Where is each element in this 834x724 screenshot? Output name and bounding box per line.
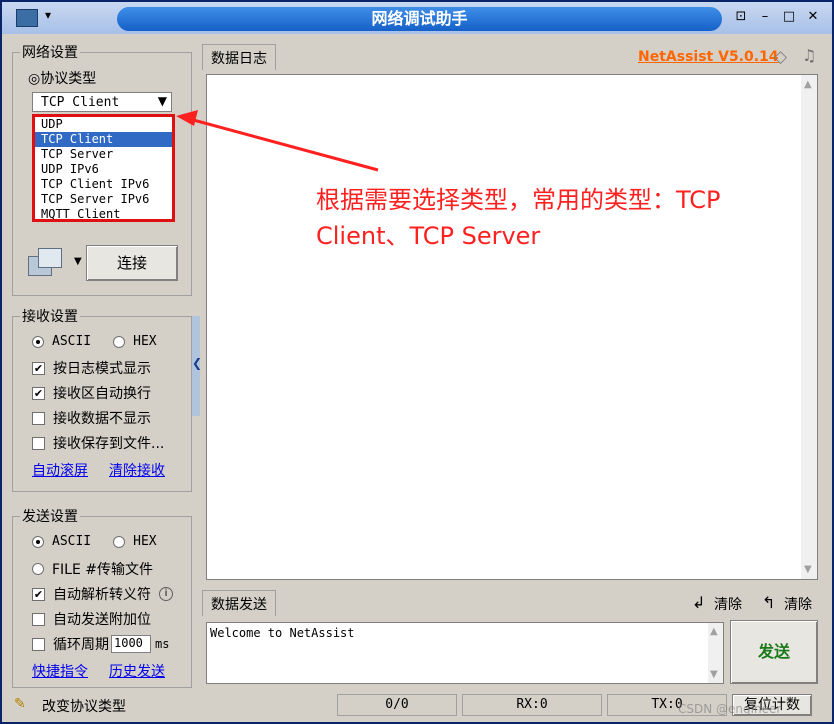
protocol-select[interactable]: TCP Client ▼	[32, 92, 172, 112]
send-button[interactable]: 发送	[730, 620, 818, 684]
annotation-text: 根据需要选择类型，常用的类型：TCP Client、TCP Server	[316, 186, 721, 250]
chevron-down-icon[interactable]: ▼	[158, 94, 167, 108]
protocol-option[interactable]: TCP Client IPv6	[35, 177, 172, 192]
receive-hex-radio[interactable]	[113, 335, 126, 348]
log-mode-checkbox[interactable]: ✔	[32, 361, 45, 375]
collapse-left-icon[interactable]: ❮	[192, 356, 202, 370]
tab-data-send[interactable]: 数据发送	[202, 590, 276, 616]
watermark: CSDN @engineer	[678, 702, 782, 716]
hide-data-label: 接收数据不显示	[53, 411, 151, 427]
history-link[interactable]: 历史发送	[109, 661, 165, 681]
scroll-up-icon[interactable]: ▲	[804, 79, 812, 90]
receive-hex-label: HEX	[133, 334, 157, 349]
auto-escape-label: 自动解析转义符	[53, 587, 151, 603]
panel-splitter[interactable]: ❮	[192, 316, 202, 416]
window-title: 网络调试助手	[117, 7, 722, 31]
tab-data-log[interactable]: 数据日志	[202, 44, 276, 70]
loop-unit: ms	[155, 637, 170, 651]
send-ascii-label: ASCII	[52, 534, 92, 549]
send-input[interactable]: Welcome to NetAssist	[206, 622, 724, 684]
protocol-option[interactable]: TCP Server IPv6	[35, 192, 172, 207]
clear-log-button[interactable]: 清除	[784, 594, 812, 614]
status-hint: 改变协议类型	[42, 699, 126, 715]
info-icon[interactable]: i	[159, 587, 173, 601]
protocol-option-selected[interactable]: TCP Client	[35, 132, 172, 147]
save-file-checkbox[interactable]	[32, 436, 45, 450]
clear-receive-link[interactable]: 清除接收	[109, 460, 165, 480]
send-scroll-up-icon[interactable]: ▲	[710, 626, 718, 637]
system-menu-icon[interactable]	[16, 8, 51, 27]
send-scrollbar[interactable]: ▲ ▼	[708, 623, 723, 683]
send-file-label: FILE #传输文件	[52, 562, 154, 578]
close-icon[interactable]: ✕	[804, 8, 822, 26]
protocol-dropdown-list: UDP TCP Client TCP Server UDP IPv6 TCP C…	[32, 114, 175, 222]
status-rx: RX:0	[462, 694, 602, 716]
auto-append-label: 自动发送附加位	[53, 612, 151, 628]
connect-button[interactable]: 连接	[86, 245, 178, 281]
auto-append-checkbox[interactable]	[32, 612, 45, 626]
save-file-label: 接收保存到文件...	[53, 436, 165, 452]
status-hint-icon: ✎	[14, 696, 26, 712]
auto-scroll-link[interactable]: 自动滚屏	[32, 460, 88, 480]
minimize-icon[interactable]: –	[756, 8, 774, 26]
maximize-icon[interactable]: □	[780, 8, 798, 26]
app-window: 网络调试助手 ⊡ – □ ✕ 网络设置 ◎协议类型 TCP Client ▼ U…	[0, 0, 834, 724]
protocol-option[interactable]: UDP	[35, 117, 172, 132]
send-ascii-radio[interactable]	[32, 535, 44, 548]
protocol-option[interactable]: MQTT Client	[35, 207, 172, 222]
receive-ascii-radio[interactable]	[32, 335, 44, 348]
send-settings-legend: 发送设置	[20, 506, 80, 526]
hide-data-checkbox[interactable]	[32, 411, 45, 425]
clear-send-button[interactable]: 清除	[714, 594, 742, 614]
protocol-type-label: ◎协议类型	[28, 71, 97, 87]
pin-icon[interactable]: ⊡	[732, 8, 750, 26]
loop-period-input[interactable]: 1000	[111, 635, 151, 653]
annotation-arrow	[176, 110, 379, 172]
loop-checkbox[interactable]	[32, 637, 45, 651]
network-settings-legend: 网络设置	[20, 42, 80, 62]
bell-icon[interactable]: ♫	[802, 46, 816, 65]
clear-send-icon[interactable]: ↲	[692, 593, 705, 612]
auto-escape-checkbox[interactable]: ✔	[32, 587, 45, 601]
clear-log-icon[interactable]: ↰	[762, 593, 775, 612]
shortcut-link[interactable]: 快捷指令	[32, 661, 88, 681]
receive-settings-legend: 接收设置	[20, 306, 80, 326]
auto-wrap-label: 接收区自动换行	[53, 386, 151, 402]
brand-link[interactable]: NetAssist V5.0.14	[638, 49, 779, 65]
send-hex-radio[interactable]	[113, 535, 126, 548]
protocol-selected-value: TCP Client	[41, 95, 120, 110]
auto-wrap-checkbox[interactable]: ✔	[32, 386, 45, 400]
title-bar: 网络调试助手 ⊡ – □ ✕	[2, 2, 832, 34]
gem-icon[interactable]: ◇	[774, 47, 787, 67]
protocol-option[interactable]: TCP Server	[35, 147, 172, 162]
scroll-down-icon[interactable]: ▼	[804, 564, 812, 575]
log-mode-label: 按日志模式显示	[53, 361, 151, 377]
status-count: 0/0	[337, 694, 457, 716]
send-scroll-down-icon[interactable]: ▼	[710, 669, 718, 680]
log-scrollbar[interactable]: ▲ ▼	[801, 75, 817, 579]
send-file-radio[interactable]	[32, 563, 44, 575]
loop-label: 循环周期	[53, 637, 109, 653]
protocol-option[interactable]: UDP IPv6	[35, 162, 172, 177]
network-icon[interactable]: ▼	[28, 248, 82, 280]
receive-ascii-label: ASCII	[52, 334, 92, 349]
send-hex-label: HEX	[133, 534, 157, 549]
